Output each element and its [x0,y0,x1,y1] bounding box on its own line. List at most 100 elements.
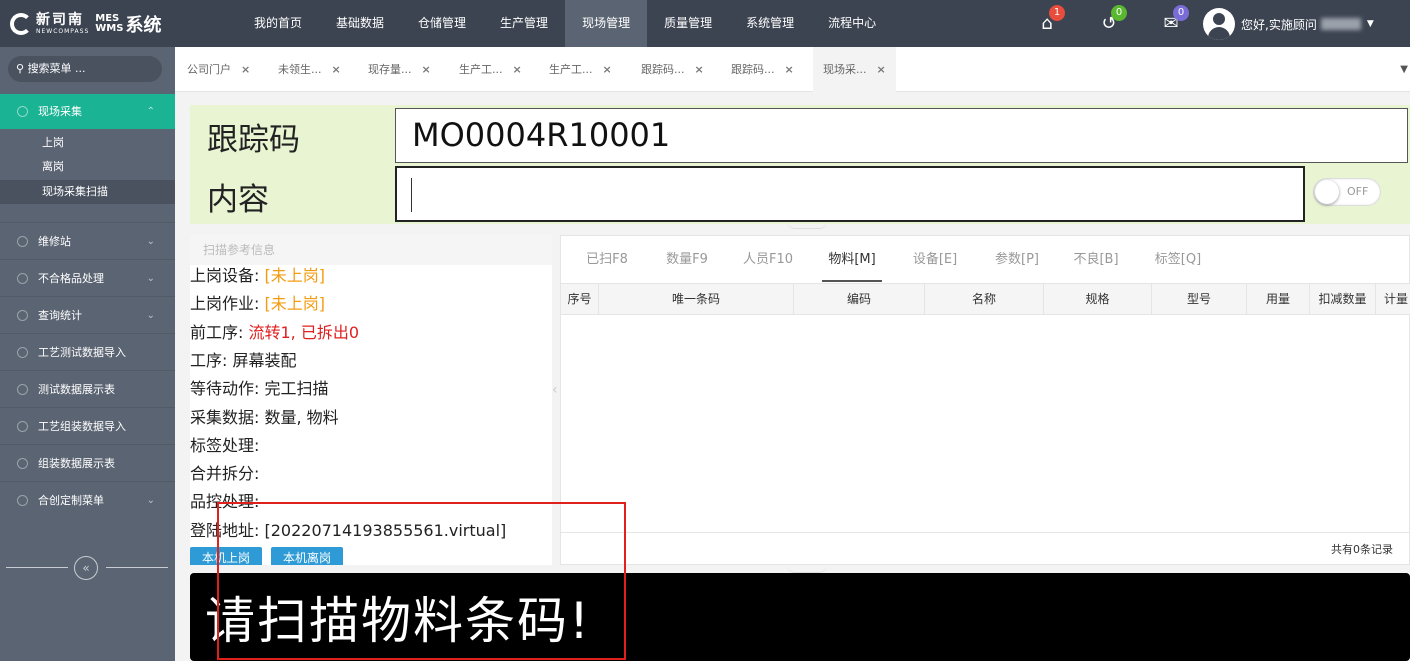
info-label: 合并拆分: [190,464,260,484]
history-notify-icon[interactable]: ↺ 0 [1098,4,1127,35]
tab-label: 现场采... [823,63,867,76]
grid-tab[interactable]: 物料[M] [822,236,882,282]
page-tabs: ▼ 公司门户 × 未领生... × 现存量... × 生产工... × 生产工... × 跟踪码..… [175,47,1410,92]
column-header[interactable]: 计量 [1376,284,1410,315]
tab-scroll-icon[interactable]: ▼ [1400,47,1408,92]
close-icon[interactable]: × [603,63,612,76]
splitter-handle-icon[interactable]: ‹ [552,382,560,412]
toggle-knob [1315,180,1339,204]
close-icon[interactable]: × [513,63,522,76]
tab-label: 跟踪码... [641,63,685,76]
nav-item[interactable]: 我的首页 [237,0,319,47]
info-line: 前工序: 流转1, 已拆出0 [190,319,359,343]
tab-item[interactable]: 现存量... × [368,47,431,92]
menu-search-input[interactable]: ⚲ 搜索菜单 ... [8,56,162,82]
column-header[interactable]: 规格 [1044,284,1152,315]
tracking-code-field[interactable]: MO0004R10001 [395,108,1408,163]
info-label: 上岗设备: [190,266,265,285]
record-count: 共有0条记录 [1331,543,1393,556]
info-value: 数量, 物料 [264,407,339,427]
column-header[interactable]: 编码 [794,284,925,315]
column-header[interactable]: 扣减数量 [1310,284,1376,315]
info-line: 上岗作业: [未上岗] [190,290,325,314]
sidebar-item[interactable]: 工艺组装数据导入 [0,407,175,444]
tab-item[interactable]: 公司门户 × [187,47,250,92]
tab-item[interactable]: 生产工... × [459,47,522,92]
sidebar-subitem[interactable]: 离岗 [0,155,175,179]
column-header[interactable]: 唯一条码 [599,284,794,315]
search-icon: ⚲ [16,62,25,75]
tab-item[interactable]: 未领生... × [278,47,341,92]
tab-label: 跟踪码... [731,63,775,76]
close-icon[interactable]: × [785,63,794,76]
history-badge: 0 [1111,4,1127,21]
grid-tab[interactable]: 设备[E] [907,236,963,283]
sidebar-item-field-collection[interactable]: 现场采集 ⌃ [0,94,175,129]
menu-circle-icon [17,273,28,284]
nav-item[interactable]: 质量管理 [647,0,729,47]
grid-tab[interactable]: 数量F9 [657,236,717,283]
close-icon[interactable]: × [241,63,250,76]
sidebar-item-label: 工艺组装数据导入 [38,420,126,433]
grid-tab[interactable]: 人员F10 [735,236,801,283]
sidebar-item[interactable]: 工艺测试数据导入 [0,333,175,370]
home-notify-icon[interactable]: ⌂ 1 [1036,4,1065,35]
panel-toggle[interactable] [787,565,827,573]
tab-item[interactable]: 跟踪码... × [641,47,704,92]
sidebar: ⚲ 搜索菜单 ... 现场采集 ⌃ 上岗 离岗 现场采集扫描 维修站 ⌄ 不合格品处理 ⌄… [0,47,175,661]
scan-mode-toggle[interactable]: OFF [1313,178,1381,206]
close-icon[interactable]: × [332,63,341,76]
close-icon[interactable]: × [695,63,704,76]
nav-item[interactable]: 系统管理 [729,0,811,47]
close-icon[interactable]: × [422,63,431,76]
nav-item[interactable]: 基础数据 [319,0,401,47]
column-header[interactable]: 型号 [1152,284,1247,315]
column-header[interactable]: 用量 [1247,284,1310,315]
chevron-down-icon: ▼ [1366,19,1374,29]
grid-tab[interactable]: 标签[Q] [1148,236,1208,283]
app-logo[interactable]: 新司南 NEWCOMPASS MES WMS 系统 [10,0,161,47]
grid-tab[interactable]: 已扫F8 [579,236,635,283]
tab-item[interactable]: 生产工... × [549,47,612,92]
sidebar-subitem[interactable]: 现场采集扫描 [0,180,175,204]
close-icon[interactable]: × [877,63,886,76]
column-header[interactable]: 名称 [925,284,1044,315]
nav-item[interactable]: 仓储管理 [401,0,483,47]
panel-header: 扫描参考信息 [190,235,552,265]
info-line: 合并拆分: [190,460,259,484]
tab-label: 未领生... [278,63,322,76]
sidebar-collapse: « [0,553,175,581]
column-header[interactable]: 序号 [561,284,599,315]
redacted-name [1320,18,1361,30]
grid-header: 序号 唯一条码 编码 名称 规格 型号 用量 扣减数量 计量 [561,283,1410,315]
menu-circle-icon [17,106,28,117]
nav-item[interactable]: 生产管理 [483,0,565,47]
tab-item[interactable]: 现场采... × [813,47,896,92]
grid-tab[interactable]: 不良[B] [1067,236,1125,283]
sidebar-item[interactable]: 测试数据展示表 [0,370,175,407]
info-line: 采集数据: 数量, 物料 [190,404,339,428]
collapse-sidebar-button[interactable]: « [74,556,98,580]
info-label: 采集数据: [190,407,265,427]
brand-cn: 新司南 [36,11,84,28]
sidebar-item[interactable]: 组装数据展示表 [0,444,175,481]
sidebar-item[interactable]: 合创定制菜单 ⌄ [0,481,175,518]
avatar [1203,8,1235,40]
sidebar-item[interactable]: 查询统计 ⌄ [0,296,175,333]
info-value: 屏幕装配 [232,350,297,370]
nav-item[interactable]: 现场管理 [565,0,648,47]
sidebar-item[interactable]: 不合格品处理 ⌄ [0,259,175,296]
home-badge: 1 [1049,4,1065,21]
info-label: 等待动作: [190,379,265,399]
sidebar-subitem[interactable]: 上岗 [0,131,175,155]
tab-item[interactable]: 跟踪码... × [731,47,794,92]
brand-wms: WMS [95,22,124,34]
user-menu[interactable]: 您好,实施顾问 ▼ [1203,8,1374,40]
nav-item[interactable]: 流程中心 [811,0,893,47]
grid-tab[interactable]: 参数[P] [987,236,1047,283]
sidebar-item[interactable]: 维修站 ⌄ [0,222,175,259]
text-caret [411,178,412,212]
mail-notify-icon[interactable]: ✉ 0 [1160,4,1189,35]
content-input[interactable] [395,166,1305,222]
brand-mes: MES [95,12,120,24]
